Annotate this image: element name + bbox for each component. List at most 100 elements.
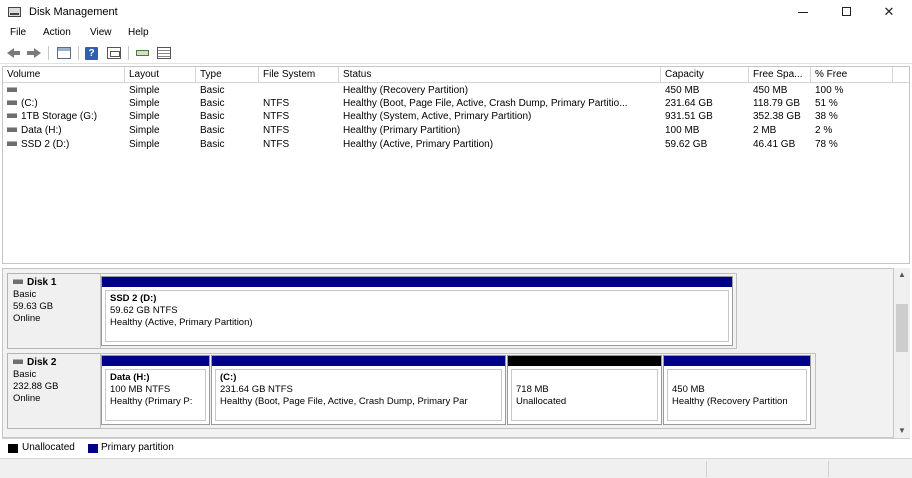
type-cell: Basic [200,139,225,150]
table-row[interactable]: SSD 2 (D:) Simple Basic NTFS Healthy (Ac… [3,138,909,151]
disk-size: 59.63 GB [13,301,54,312]
partition-data-h[interactable]: Data (H:) 100 MB NTFS Healthy (Primary P… [101,355,210,425]
table-row[interactable]: 1TB Storage (G:) Simple Basic NTFS Healt… [3,110,909,123]
column-header-percent-free[interactable]: % Free [811,67,893,83]
detail-list-icon [157,47,171,59]
file-system-cell: NTFS [263,139,290,150]
menu-help[interactable]: Help [128,27,149,38]
column-header-type[interactable]: Type [196,67,259,83]
primary-partition-swatch [88,444,98,453]
volume-cell: SSD 2 (D:) [7,138,125,151]
scroll-down-icon[interactable]: ▼ [898,426,906,435]
status-bar [0,458,912,478]
partition-status: Unallocated [516,396,567,407]
disk-2-label[interactable]: Disk 2 Basic 232.88 GB Online [7,353,101,429]
capacity-cell: 59.62 GB [665,139,708,150]
free-space-cell: 2 MB [753,125,777,136]
unallocated-swatch [8,444,18,453]
table-row[interactable]: (C:) Simple Basic NTFS Healthy (Boot, Pa… [3,97,909,110]
column-header-free-space[interactable]: Free Spa... [749,67,811,83]
percent-free-cell: 51 % [815,98,838,109]
scrollbar-thumb[interactable] [896,304,908,352]
disk-state: Online [13,393,41,404]
volume-cell: 1TB Storage (G:) [7,110,125,123]
disk-state: Online [13,313,41,324]
minimize-button[interactable] [780,0,826,24]
disk-graphical-view: Disk 1 Basic 59.63 GB Online SSD 2 (D:) … [2,268,894,438]
column-header-layout[interactable]: Layout [125,67,196,83]
file-system-cell [263,84,338,97]
disk-icon [13,358,23,364]
connect-button[interactable] [135,46,151,60]
column-header-volume[interactable]: Volume [3,67,125,83]
forward-arrow-icon [34,48,41,58]
partition-size-fs: 718 MB [516,384,549,395]
drive-icon [7,112,17,118]
status-bar-segment [828,461,829,477]
partition-c[interactable]: (C:) 231.64 GB NTFS Healthy (Boot, Page … [211,355,506,425]
primary-partition-bar [664,356,810,366]
type-cell: Basic [200,98,225,109]
primary-partition-bar [102,356,209,366]
column-header-status[interactable]: Status [339,67,661,83]
scroll-up-icon[interactable]: ▲ [898,270,906,279]
menu-view[interactable]: View [90,27,112,38]
partition-size-fs: 59.62 GB NTFS [110,305,178,316]
drive-icon [7,140,17,146]
partition-title [672,372,802,384]
properties-panel-icon [107,47,121,59]
file-system-cell: NTFS [263,98,290,109]
free-space-cell: 118.79 GB [753,98,801,109]
partition-status: Healthy (Recovery Partition [672,396,788,407]
status-cell: Healthy (Recovery Partition) [343,85,469,96]
detail-list-button[interactable] [156,46,172,60]
file-system-cell: NTFS [263,111,290,122]
primary-partition-bar [212,356,505,366]
disk-size: 232.88 GB [13,381,59,392]
maximize-button[interactable] [824,0,870,24]
capacity-cell: 931.51 GB [665,111,713,122]
column-header-capacity[interactable]: Capacity [661,67,749,83]
properties-button[interactable] [106,46,122,60]
disk-list-button[interactable] [56,46,72,60]
menu-action[interactable]: Action [43,27,71,38]
disk-1-label[interactable]: Disk 1 Basic 59.63 GB Online [7,273,101,349]
help-icon: ? [85,47,98,60]
help-button[interactable]: ? [84,46,100,60]
percent-free-cell: 78 % [815,139,838,150]
percent-free-cell: 38 % [815,111,838,122]
forward-button[interactable] [26,46,42,60]
volume-cell [7,84,125,97]
volume-list-header: Volume Layout Type File System Status Ca… [3,67,909,83]
type-cell: Basic [200,125,225,136]
legend-primary-partition: Primary partition [101,442,174,453]
partition-status: Healthy (Active, Primary Partition) [110,317,253,328]
layout-cell: Simple [129,85,160,96]
volume-cell: (C:) [7,97,125,110]
legend-unallocated: Unallocated [22,442,75,453]
close-button[interactable]: ✕ [866,0,912,24]
status-cell: Healthy (Boot, Page File, Active, Crash … [343,98,628,109]
toolbar-separator [78,46,79,60]
connect-icon [136,50,149,56]
partition-ssd2-d[interactable]: SSD 2 (D:) 59.62 GB NTFS Healthy (Active… [101,276,733,346]
graphical-view-scrollbar[interactable]: ▲ ▼ [894,268,910,438]
table-row[interactable]: Data (H:) Simple Basic NTFS Healthy (Pri… [3,124,909,137]
partition-recovery[interactable]: 450 MB Healthy (Recovery Partition [663,355,811,425]
table-row[interactable]: Simple Basic Healthy (Recovery Partition… [3,84,909,97]
disk-type: Basic [13,289,37,300]
menu-file[interactable]: File [10,27,26,38]
layout-cell: Simple [129,139,160,150]
partition-title [516,372,653,384]
type-cell: Basic [200,85,225,96]
disk-name: Disk 2 [27,357,57,368]
unallocated-space[interactable]: 718 MB Unallocated [507,355,662,425]
disk-icon [13,278,23,284]
unallocated-bar [508,356,661,366]
column-header-file-system[interactable]: File System [259,67,339,83]
drive-icon [7,99,17,105]
disk-name: Disk 1 [27,277,57,288]
back-button[interactable] [6,46,22,60]
legend: Unallocated Primary partition [2,438,910,456]
partition-title: SSD 2 (D:) [110,293,157,304]
